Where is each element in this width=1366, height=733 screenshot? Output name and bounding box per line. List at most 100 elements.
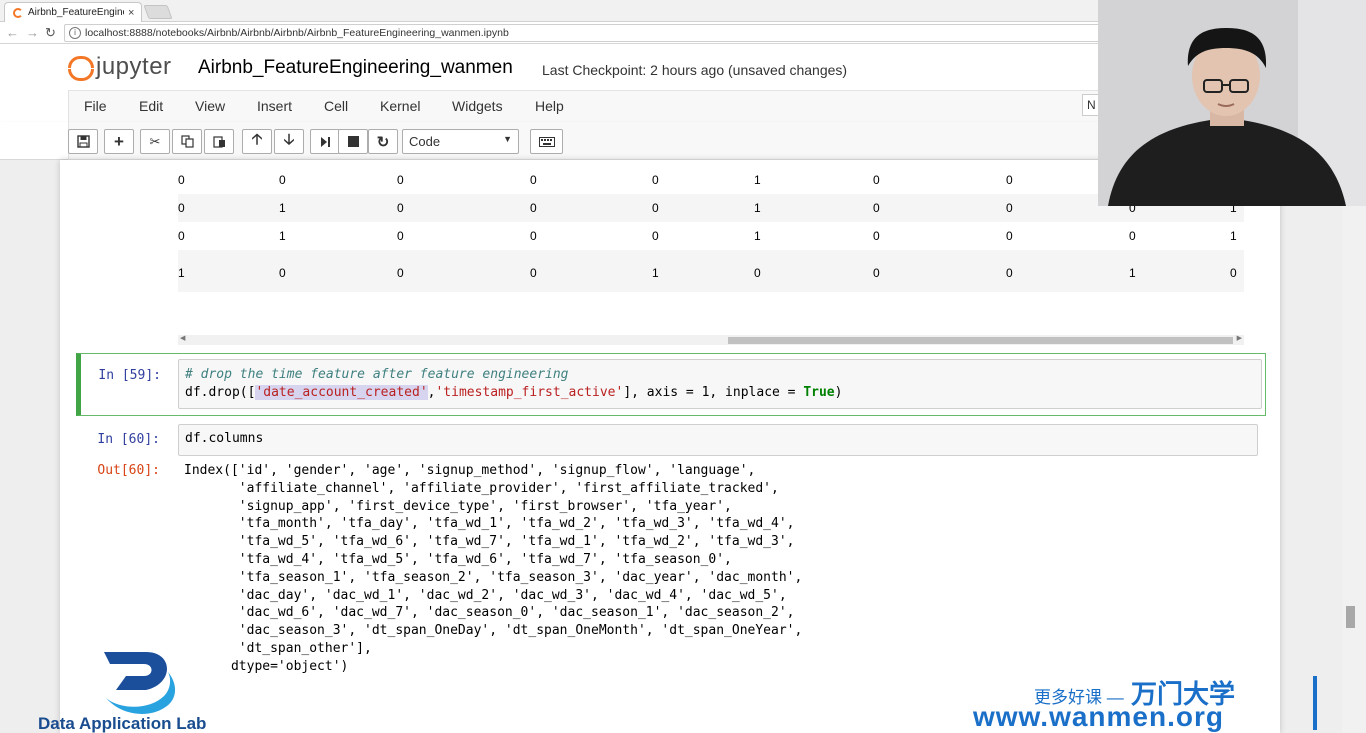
table-cell: 0 [652, 201, 659, 215]
table-cell: 1 [754, 229, 761, 243]
horizontal-scrollbar[interactable]: ◀ ▶ [178, 335, 1244, 345]
table-cell: 1 [652, 266, 659, 280]
table-cell: 1 [754, 173, 761, 187]
jupyter-logo[interactable]: jupyter [66, 53, 172, 81]
output-text: Index(['id', 'gender', 'age', 'signup_me… [184, 463, 803, 674]
dal-logo-text: Data Application Lab [38, 714, 207, 733]
move-down-button[interactable]: 🡣 [274, 129, 304, 154]
table-cell: 0 [1006, 173, 1013, 187]
table-cell: 1 [754, 201, 761, 215]
menu-help[interactable]: Help [535, 98, 564, 114]
scroll-left-icon[interactable]: ◀ [180, 334, 185, 342]
copy-icon [180, 135, 194, 148]
table-cell: 0 [1129, 229, 1136, 243]
input-prompt: In [60]: [97, 432, 160, 447]
wanmen-watermark-url: www.wanmen.org [973, 701, 1224, 732]
tab-title: Airbnb_FeatureEnginee [28, 7, 124, 18]
table-cell: 0 [873, 229, 880, 243]
table-row: 0000010001 [178, 166, 1244, 194]
table-cell: 0 [1230, 266, 1237, 280]
menu-edit[interactable]: Edit [139, 98, 163, 114]
move-up-button[interactable]: 🡡 [242, 129, 272, 154]
command-palette-button[interactable] [530, 129, 563, 154]
vertical-scrollbar-thumb[interactable] [1346, 606, 1355, 628]
new-tab-button[interactable] [143, 5, 173, 19]
table-cell: 0 [873, 201, 880, 215]
table-cell: 0 [530, 173, 537, 187]
table-cell: 1 [178, 266, 185, 280]
presenter-video [1098, 0, 1366, 206]
table-cell: 0 [873, 266, 880, 280]
table-cell: 0 [652, 229, 659, 243]
dataframe-output: 0000010001010001000101000100011000100010 [178, 166, 1244, 292]
save-icon [76, 135, 90, 148]
restart-icon: ↻ [376, 133, 390, 151]
code-cell-59[interactable]: In [59]: # drop the time feature after f… [76, 353, 1266, 416]
interrupt-button[interactable] [338, 129, 368, 154]
notebook-area: 0000010001010001000101000100011000100010… [0, 160, 1366, 733]
code-string: 'timestamp_first_active' [435, 385, 624, 400]
close-tab-icon[interactable]: × [128, 7, 134, 19]
code-editor[interactable]: # drop the time feature after feature en… [178, 359, 1262, 409]
step-forward-icon [321, 136, 330, 147]
code-comment: # drop the time feature after feature en… [185, 367, 569, 382]
checkpoint-status: Last Checkpoint: 2 hours ago (unsaved ch… [542, 62, 848, 78]
scroll-right-icon[interactable]: ▶ [1237, 334, 1242, 342]
jupyter-logo-text: jupyter [96, 53, 172, 80]
code-editor[interactable]: df.columns [178, 424, 1258, 456]
code-cell-60[interactable]: In [60]: df.columns Out[60]: Index(['id'… [76, 422, 1266, 682]
back-arrow-icon[interactable]: ← [6, 25, 19, 40]
cell-type-select[interactable]: Code ▼ [402, 129, 519, 154]
forward-arrow-icon[interactable]: → [26, 25, 39, 40]
table-cell: 0 [1006, 229, 1013, 243]
code-keyword: True [803, 385, 835, 400]
webcam-overlay [1098, 0, 1366, 206]
arrow-up-icon: 🡡 [251, 131, 263, 148]
table-row: 0100010001 [178, 194, 1244, 222]
table-cell: 0 [530, 201, 537, 215]
paste-icon [212, 136, 225, 148]
table-cell: 0 [397, 201, 404, 215]
address-text: localhost:8888/notebooks/Airbnb/Airbnb/A… [85, 27, 509, 39]
menu-file[interactable]: File [84, 98, 107, 114]
cut-button[interactable]: ✂ [140, 129, 170, 154]
table-cell: 0 [397, 266, 404, 280]
run-button[interactable] [310, 129, 340, 154]
site-info-icon[interactable]: i [69, 27, 81, 39]
scissors-icon: ✂ [149, 133, 161, 149]
horizontal-scrollbar-thumb[interactable] [728, 337, 1233, 344]
table-cell: 0 [178, 201, 185, 215]
vertical-scrollbar[interactable] [1342, 160, 1366, 733]
menu-widgets[interactable]: Widgets [452, 98, 503, 114]
paste-button[interactable] [204, 129, 234, 154]
menu-insert[interactable]: Insert [257, 98, 292, 114]
menu-view[interactable]: View [195, 98, 225, 114]
address-bar[interactable]: i localhost:8888/notebooks/Airbnb/Airbnb… [64, 24, 1104, 42]
insert-cell-button[interactable]: + [104, 129, 134, 154]
save-button[interactable] [68, 129, 98, 154]
table-cell: 0 [1006, 266, 1013, 280]
stop-icon [347, 136, 359, 147]
menu-cell[interactable]: Cell [324, 98, 348, 114]
table-cell: 0 [397, 173, 404, 187]
code-token: ) [834, 385, 843, 400]
code-token: ], axis = 1, inplace = [623, 385, 804, 400]
table-cell: 0 [530, 266, 537, 280]
copy-button[interactable] [172, 129, 202, 154]
table-cell: 0 [178, 229, 185, 243]
chevron-down-icon: ▼ [503, 134, 512, 144]
reload-icon[interactable]: ↻ [45, 25, 56, 41]
code-string-selected: 'date_account_created' [255, 385, 428, 400]
table-cell: 1 [279, 229, 286, 243]
output-prompt: Out[60]: [97, 463, 160, 478]
browser-tab[interactable]: Airbnb_FeatureEnginee × [4, 2, 142, 22]
table-cell: 0 [652, 173, 659, 187]
notebook-name[interactable]: Airbnb_FeatureEngineering_wanmen [198, 57, 513, 79]
notebook-page: 0000010001010001000101000100011000100010… [60, 160, 1280, 733]
table-cell: 1 [1129, 266, 1136, 280]
table-cell: 0 [397, 229, 404, 243]
menu-kernel[interactable]: Kernel [380, 98, 420, 114]
table-row: 1 0 0 0 1 0 0 0 1 0 [178, 250, 1244, 292]
restart-kernel-button[interactable]: ↻ [368, 129, 398, 154]
code-token: df.drop([ [185, 385, 256, 400]
